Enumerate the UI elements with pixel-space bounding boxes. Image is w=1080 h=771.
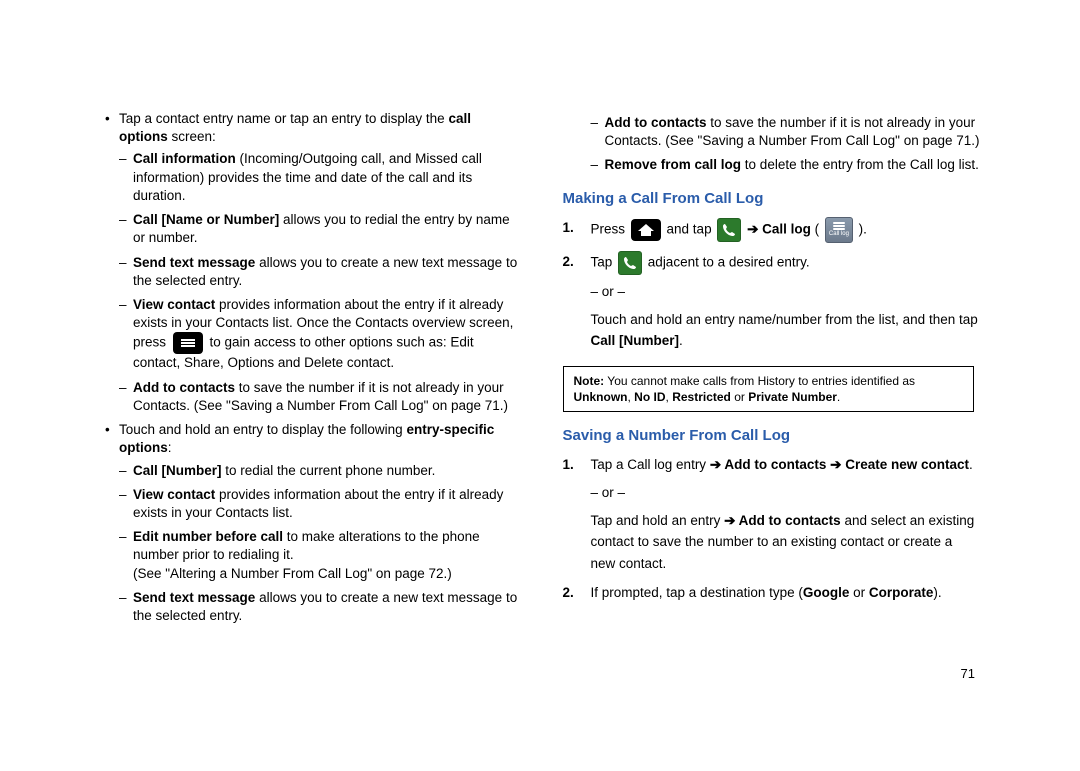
sub2-edit-number: Edit number before call to make alterati… <box>119 528 523 583</box>
bullet-entry-specific: Touch and hold an entry to display the f… <box>105 421 523 625</box>
bullet-call-options: Tap a contact entry name or tap an entry… <box>105 110 523 415</box>
sub-add-contacts: Add to contacts to save the number if it… <box>119 379 523 415</box>
sub2-view-contact: View contact provides information about … <box>119 486 523 522</box>
or-divider: – or – <box>591 482 981 504</box>
heading-saving-number: Saving a Number From Call Log <box>563 426 981 446</box>
or-divider: – or – <box>591 281 981 303</box>
right-column: Add to contacts to save the number if it… <box>563 110 981 731</box>
step-press-tap: 1. Press and tap ➔ Call log ( Call log )… <box>563 217 981 243</box>
sub2-call-number: Call [Number] to redial the current phon… <box>119 462 523 480</box>
phone-icon <box>618 251 642 275</box>
hold-entry: Touch and hold an entry name/number from… <box>591 309 981 352</box>
page-number: 71 <box>961 666 975 681</box>
call-log-icon: Call log <box>825 217 853 243</box>
step-tap-phone: 2. Tap adjacent to a desired entry. – or… <box>563 251 981 352</box>
sub-call-name-number: Call [Name or Number] allows you to redi… <box>119 211 523 247</box>
sub2-edit-ref: (See "Altering a Number From Call Log" o… <box>133 565 523 583</box>
menu-icon <box>173 332 203 354</box>
rsub-add-contacts: Add to contacts to save the number if it… <box>591 114 981 150</box>
sub-call-information: Call information (Incoming/Outgoing call… <box>119 150 523 205</box>
sub2-send-text: Send text message allows you to create a… <box>119 589 523 625</box>
heading-making-call: Making a Call From Call Log <box>563 189 981 209</box>
left-column: Tap a contact entry name or tap an entry… <box>105 110 523 731</box>
rsub-remove-log: Remove from call log to delete the entry… <box>591 156 981 174</box>
sub-send-text: Send text message allows you to create a… <box>119 254 523 290</box>
save-step1: 1. Tap a Call log entry ➔ Add to contact… <box>563 454 981 574</box>
sub-view-contact: View contact provides information about … <box>119 296 523 373</box>
phone-icon <box>717 218 741 242</box>
save-hold-entry: Tap and hold an entry ➔ Add to contacts … <box>591 510 981 575</box>
home-icon <box>631 219 661 241</box>
save-step2: 2. If prompted, tap a destination type (… <box>563 582 981 604</box>
note-box: Note: You cannot make calls from History… <box>563 366 975 412</box>
